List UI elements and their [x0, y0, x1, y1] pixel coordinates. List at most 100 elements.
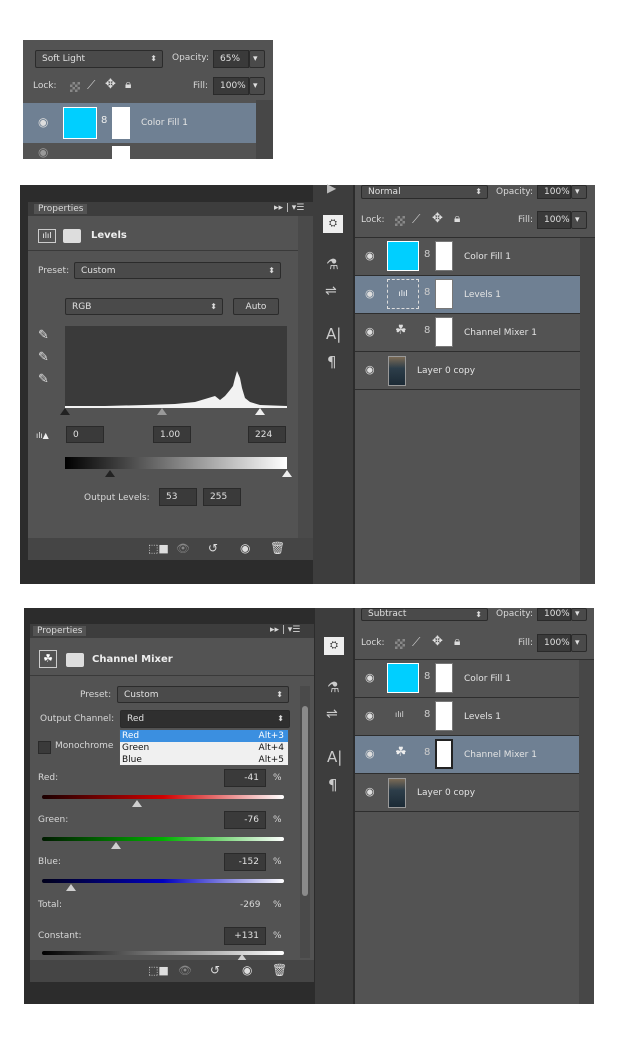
brush-icon[interactable]: ⟋	[87, 78, 95, 93]
layer-row-levels[interactable]: ◉ ılıl 8 Levels 1	[355, 276, 580, 314]
opacity-arrow-button[interactable]: ▾	[571, 608, 587, 621]
menu-item-green[interactable]: Green Alt+4	[120, 742, 288, 754]
brush-preset-icon[interactable]: ⚗︎	[326, 257, 339, 273]
blend-mode-dropdown[interactable]: Subtract ⬍	[361, 608, 488, 621]
scrollbar[interactable]	[300, 686, 310, 958]
link-icon[interactable]: 8	[424, 287, 430, 298]
link-icon[interactable]: 8	[424, 249, 430, 260]
character-icon[interactable]: A|	[326, 325, 341, 343]
preset-dropdown[interactable]: Custom ⬍	[117, 686, 289, 703]
fill-arrow-button[interactable]: ▾	[571, 634, 587, 652]
lock-transparent-icon[interactable]	[70, 82, 80, 92]
input-gamma-field[interactable]: 1.00	[153, 426, 191, 443]
lock-transparent-icon[interactable]	[395, 216, 405, 226]
fill-field[interactable]: 100%	[537, 634, 571, 652]
channel-dropdown[interactable]: RGB ⬍	[65, 298, 223, 315]
lock-transparent-icon[interactable]	[395, 639, 405, 649]
link-icon[interactable]: 8	[424, 747, 430, 758]
scrollbar[interactable]	[580, 238, 595, 584]
opacity-field[interactable]: 100%	[537, 185, 571, 199]
tool-preset-icon[interactable]: ⇌	[326, 706, 338, 722]
output-white-field[interactable]: 255	[203, 488, 241, 506]
red-slider-handle[interactable]	[132, 800, 142, 807]
clip-to-layer-icon[interactable]: ⬚■	[148, 542, 169, 555]
red-field[interactable]: -41	[224, 769, 266, 787]
eye-icon[interactable]: ◉	[365, 709, 375, 722]
brush-icon[interactable]: ⟋	[412, 212, 420, 227]
3d-icon[interactable]: ⛭	[324, 637, 344, 655]
lock-icon[interactable]: 🔒︎	[454, 634, 460, 649]
link-icon[interactable]: 8	[424, 709, 430, 720]
output-white-slider[interactable]	[282, 470, 292, 477]
layer-row-channel-mixer[interactable]: ◉ ☘︎ 8 Channel Mixer 1	[355, 736, 579, 774]
eye-icon[interactable]: ◉	[365, 249, 375, 262]
move-icon[interactable]: ✥	[432, 634, 443, 649]
layer-row-color-fill[interactable]: ◉ 8 Color Fill 1	[355, 238, 580, 276]
eye-icon[interactable]: ◉	[365, 785, 375, 798]
output-black-slider[interactable]	[105, 470, 115, 477]
properties-tab[interactable]: Properties	[33, 626, 87, 636]
fill-arrow-button[interactable]: ▾	[249, 77, 265, 95]
visibility-eye-icon[interactable]: ◉	[240, 541, 250, 555]
input-black-slider[interactable]	[60, 408, 70, 415]
panel-menu-icon[interactable]: ▸▸ | ▾☰	[274, 203, 304, 213]
layer-row-color-fill[interactable]: ◉ 8 Color Fill 1	[23, 103, 256, 143]
eye-icon[interactable]: ◉	[365, 363, 375, 376]
lock-icon[interactable]: 🔒︎	[454, 211, 460, 226]
monochrome-checkbox[interactable]	[38, 741, 51, 754]
scrollbar[interactable]	[298, 216, 313, 538]
green-slider-handle[interactable]	[111, 842, 121, 849]
menu-item-blue[interactable]: Blue Alt+5	[120, 754, 288, 766]
reset-icon[interactable]: ↺	[210, 963, 220, 977]
eye-icon[interactable]: ◉	[38, 145, 48, 159]
eye-icon[interactable]: ◉	[365, 671, 375, 684]
visibility-eye-icon[interactable]: ◉	[242, 963, 252, 977]
link-icon[interactable]: 8	[424, 671, 430, 682]
eye-icon[interactable]: ◉	[38, 115, 48, 129]
fill-arrow-button[interactable]: ▾	[571, 211, 587, 229]
panel-menu-icon[interactable]: ▸▸ | ▾☰	[270, 625, 300, 635]
move-icon[interactable]: ✥	[105, 77, 116, 92]
input-black-field[interactable]: 0	[66, 426, 104, 443]
layer-row-color-fill[interactable]: ◉ 8 Color Fill 1	[355, 660, 579, 698]
lock-icon[interactable]: 🔒︎	[125, 77, 131, 92]
properties-tab[interactable]: Properties	[34, 204, 88, 214]
preset-dropdown[interactable]: Custom ⬍	[74, 262, 281, 279]
tool-preset-icon[interactable]: ⇌	[325, 283, 337, 299]
clipping-warning-icon[interactable]: ılı▲	[36, 431, 49, 440]
opacity-arrow-button[interactable]: ▾	[249, 50, 265, 68]
blue-slider-track[interactable]	[42, 879, 284, 883]
brush-icon[interactable]: ⟋	[412, 635, 420, 650]
blue-field[interactable]: -152	[224, 853, 266, 871]
link-icon[interactable]: 8	[424, 325, 430, 336]
opacity-field[interactable]: 100%	[537, 608, 571, 621]
collapse-arrow-icon[interactable]: ▶	[327, 181, 336, 195]
constant-field[interactable]: +131	[224, 927, 266, 945]
menu-item-red[interactable]: Red Alt+3	[120, 730, 288, 742]
blend-mode-dropdown[interactable]: Soft Light ⬍	[35, 50, 163, 68]
output-black-field[interactable]: 53	[159, 488, 197, 506]
eye-icon[interactable]: ◉	[365, 747, 375, 760]
reset-icon[interactable]: ↺	[208, 541, 218, 555]
green-field[interactable]: -76	[224, 811, 266, 829]
view-previous-icon[interactable]: 👁︎	[178, 964, 192, 977]
input-gamma-slider[interactable]	[157, 408, 167, 415]
link-icon[interactable]: 8	[101, 115, 107, 126]
scrollbar[interactable]	[256, 100, 273, 159]
input-white-field[interactable]: 224	[248, 426, 286, 443]
scrollbar-thumb[interactable]	[302, 706, 308, 896]
blue-slider-handle[interactable]	[66, 884, 76, 891]
mask-icon[interactable]	[66, 653, 84, 667]
layer-row-levels[interactable]: ◉ ılıl 8 Levels 1	[355, 698, 579, 736]
black-eyedropper-icon[interactable]: ✎	[38, 328, 49, 343]
red-slider-track[interactable]	[42, 795, 284, 799]
trash-icon[interactable]: 🗑︎	[272, 963, 287, 977]
blend-mode-dropdown[interactable]: Normal ⬍	[361, 185, 488, 199]
white-eyedropper-icon[interactable]: ✎	[38, 372, 49, 387]
mask-icon[interactable]	[63, 229, 81, 243]
eye-icon[interactable]: ◉	[365, 325, 375, 338]
character-icon[interactable]: A|	[327, 748, 342, 766]
auto-button[interactable]: Auto	[233, 298, 279, 315]
view-previous-icon[interactable]: 👁︎	[176, 542, 190, 555]
layer-row-partial[interactable]: ◉	[23, 144, 256, 159]
